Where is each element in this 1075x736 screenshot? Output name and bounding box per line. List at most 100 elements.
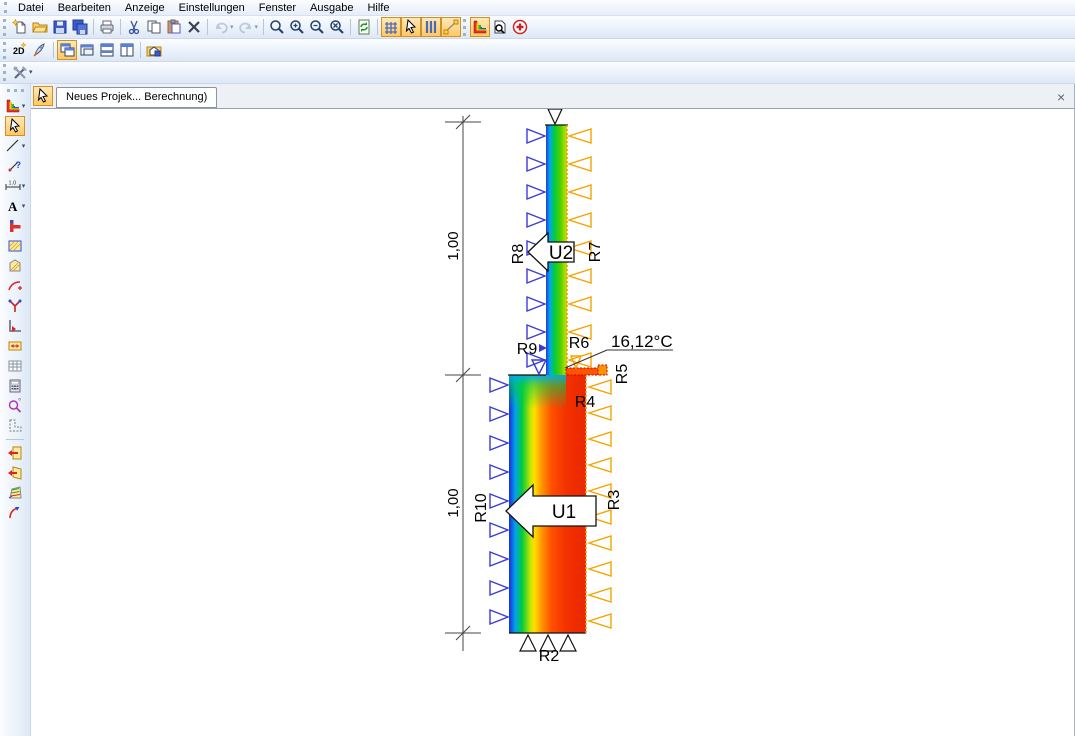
new-file-button[interactable] bbox=[10, 17, 30, 37]
select-tool-button[interactable] bbox=[5, 116, 25, 136]
delete-button[interactable] bbox=[184, 17, 204, 37]
preview-button[interactable] bbox=[490, 17, 510, 37]
r8-label: R8 bbox=[510, 244, 527, 265]
curved-arrow-tool-button[interactable] bbox=[5, 503, 25, 523]
wall-arrow-tool-button[interactable] bbox=[5, 336, 25, 356]
calculator-tool-button[interactable] bbox=[5, 376, 25, 396]
zoom-reset-button[interactable] bbox=[327, 17, 347, 37]
toggle-color-scale-button[interactable] bbox=[470, 17, 490, 37]
menu-anzeige[interactable]: Anzeige bbox=[118, 1, 172, 15]
tools-icon bbox=[12, 65, 28, 81]
text-tool-button[interactable]: A▾ bbox=[3, 196, 28, 216]
outline-tool-button[interactable] bbox=[5, 416, 25, 436]
toolbar-grip[interactable] bbox=[463, 19, 466, 36]
zoom-in-button[interactable] bbox=[287, 17, 307, 37]
toolbar-grip[interactable] bbox=[3, 64, 6, 81]
launch-button[interactable] bbox=[30, 40, 50, 60]
tab-close-button[interactable]: × bbox=[1051, 88, 1069, 106]
dropdown-arrow-icon: ▾ bbox=[22, 143, 26, 150]
bottom-support-symbol bbox=[560, 635, 576, 651]
junction-tool-button[interactable] bbox=[5, 216, 25, 236]
menu-einstellungen[interactable]: Einstellungen bbox=[172, 1, 252, 15]
two-d-icon: 2D bbox=[12, 42, 28, 58]
open-button[interactable] bbox=[30, 17, 50, 37]
copy-button[interactable] bbox=[144, 17, 164, 37]
sidebar-grip[interactable] bbox=[7, 89, 24, 92]
outline-icon bbox=[7, 418, 23, 434]
save-button[interactable] bbox=[50, 17, 70, 37]
exterior-upper-symbol bbox=[527, 185, 545, 199]
undo-button[interactable]: ▾ bbox=[211, 17, 236, 37]
dropdown-arrow-icon: ▾ bbox=[22, 203, 26, 210]
drawing-canvas[interactable]: U2 U1 16,12°C R2 R9 R6 R4 R8 R7 R5 R10 R… bbox=[31, 109, 1074, 736]
toggle-snap-pointer-button[interactable] bbox=[401, 17, 421, 37]
toolbar-separator bbox=[140, 42, 141, 58]
color-scale-icon bbox=[472, 19, 488, 35]
window-cascade-button[interactable] bbox=[57, 40, 77, 60]
first-aid-icon bbox=[512, 19, 528, 35]
interior-lower-symbol bbox=[589, 458, 611, 472]
svg-text:1.0: 1.0 bbox=[8, 181, 16, 187]
rect-hatch-tool-button[interactable] bbox=[5, 236, 25, 256]
export-colors-tool-button[interactable] bbox=[5, 483, 25, 503]
thermal-drawing: U2 U1 16,12°C R2 R9 R6 R4 R8 R7 R5 R10 R… bbox=[31, 109, 1075, 736]
zoom-button[interactable] bbox=[267, 17, 287, 37]
toggle-snap-points-button[interactable] bbox=[441, 17, 461, 37]
export-block-tool-button[interactable] bbox=[5, 443, 25, 463]
split-vertical-button[interactable] bbox=[117, 40, 137, 60]
menu-bearbeiten[interactable]: Bearbeiten bbox=[51, 1, 118, 15]
toggle-grid-button[interactable] bbox=[381, 17, 401, 37]
window-overlap-button[interactable] bbox=[77, 40, 97, 60]
redo-button[interactable]: ▾ bbox=[236, 17, 261, 37]
tab-neues-projekt[interactable]: Neues Projek... Berechnung) bbox=[56, 87, 217, 108]
print-button[interactable] bbox=[97, 17, 117, 37]
first-aid-button[interactable] bbox=[510, 17, 530, 37]
zoom-out-button[interactable] bbox=[307, 17, 327, 37]
tool-sidebar: ▾▾?1.0▾A▾° bbox=[0, 84, 31, 736]
measure-query-tool-button[interactable]: ? bbox=[5, 156, 25, 176]
export-wedge-icon bbox=[7, 465, 23, 481]
interior-lower-symbol bbox=[589, 588, 611, 602]
temperature-label: 16,12°C bbox=[611, 332, 673, 351]
print-icon bbox=[99, 19, 115, 35]
export-wedge-tool-button[interactable] bbox=[5, 463, 25, 483]
color-scale-tool-button[interactable]: ▾ bbox=[3, 96, 28, 116]
dropdown-arrow-icon: ▾ bbox=[29, 69, 33, 76]
new-2d-button[interactable]: 2D bbox=[10, 40, 30, 60]
save-all-button[interactable] bbox=[70, 17, 90, 37]
menu-fenster[interactable]: Fenster bbox=[252, 1, 303, 15]
paste-button[interactable] bbox=[164, 17, 184, 37]
toolbar-grip[interactable] bbox=[3, 19, 6, 36]
menu-hilfe[interactable]: Hilfe bbox=[360, 1, 396, 15]
measure-question-icon: ? bbox=[7, 158, 23, 174]
angle-zoom-tool-button[interactable]: ° bbox=[5, 396, 25, 416]
toolbar-grip[interactable] bbox=[3, 42, 6, 59]
menu-datei[interactable]: Datei bbox=[11, 1, 51, 15]
split-horizontal-button[interactable] bbox=[97, 40, 117, 60]
svg-text:2D: 2D bbox=[13, 46, 25, 56]
line-tool-button[interactable]: ▾ bbox=[3, 136, 28, 156]
corner-arrow-tool-button[interactable] bbox=[5, 316, 25, 336]
workspace-save-button[interactable] bbox=[144, 40, 164, 60]
dimension-tool-button[interactable]: 1.0▾ bbox=[3, 176, 28, 196]
toolbar-tools: ▾ bbox=[0, 62, 1075, 84]
branch-tool-button[interactable] bbox=[5, 296, 25, 316]
select-pointer-button[interactable] bbox=[33, 86, 53, 106]
polygon-hatch-tool-button[interactable] bbox=[5, 256, 25, 276]
recalculate-button[interactable] bbox=[354, 17, 374, 37]
u2-label: U2 bbox=[549, 243, 573, 264]
application-window: DateiBearbeitenAnzeigeEinstellungenFenst… bbox=[0, 0, 1075, 736]
table-tool-button[interactable] bbox=[5, 356, 25, 376]
tools-menu-button[interactable]: ▾ bbox=[10, 63, 35, 83]
toggle-guides-button[interactable] bbox=[421, 17, 441, 37]
curve-add-tool-button[interactable] bbox=[5, 276, 25, 296]
cascade-icon bbox=[59, 42, 75, 58]
snap-pointer-icon bbox=[403, 19, 419, 35]
cut-button[interactable] bbox=[124, 17, 144, 37]
zoom-out-icon bbox=[309, 19, 325, 35]
menubar-grip[interactable] bbox=[4, 2, 7, 13]
snap-nodes-icon bbox=[443, 19, 459, 35]
pointer-icon bbox=[7, 118, 23, 134]
menu-ausgabe[interactable]: Ausgabe bbox=[303, 1, 360, 15]
copy-icon bbox=[146, 19, 162, 35]
